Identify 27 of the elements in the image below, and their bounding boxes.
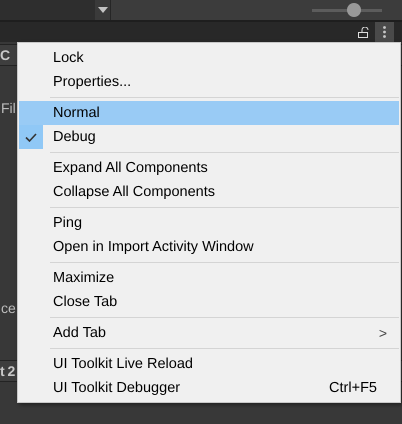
- submenu-arrow: >: [378, 325, 387, 341]
- menu-item[interactable]: Close Tab: [19, 290, 399, 314]
- menu-item[interactable]: Open in Import Activity Window: [19, 235, 399, 259]
- menu-item[interactable]: Collapse All Components: [19, 180, 399, 204]
- field-label: ce: [0, 299, 16, 318]
- menu-item[interactable]: Add Tab >: [19, 321, 399, 345]
- caret-icon: [98, 7, 108, 13]
- shortcut-text: Ctrl+F5: [329, 380, 377, 396]
- dropdown-field[interactable]: [0, 0, 95, 20]
- slider-thumb[interactable]: [347, 3, 361, 17]
- menu-item[interactable]: Maximize: [19, 266, 399, 290]
- menu-item[interactable]: UI Toolkit Live Reload: [19, 352, 399, 376]
- checkmark-icon: [25, 132, 37, 142]
- menu-item[interactable]: Normal: [19, 101, 399, 125]
- kebab-icon: [383, 26, 386, 38]
- menu-item[interactable]: Properties...: [19, 70, 399, 94]
- field-label: Fil: [0, 99, 16, 118]
- menu-item[interactable]: Ping: [19, 211, 399, 235]
- menu-item[interactable]: Expand All Components: [19, 156, 399, 180]
- dropdown-button[interactable]: [95, 0, 111, 20]
- header-title: t 2: [0, 363, 15, 379]
- header-title: C: [0, 47, 10, 63]
- more-options-button[interactable]: [375, 22, 394, 42]
- menu-item[interactable]: Debug: [19, 125, 399, 149]
- menu-item[interactable]: Lock: [19, 46, 399, 70]
- menu-item[interactable]: UI Toolkit Debugger Ctrl+F5: [19, 376, 399, 400]
- lock-icon[interactable]: [358, 26, 369, 38]
